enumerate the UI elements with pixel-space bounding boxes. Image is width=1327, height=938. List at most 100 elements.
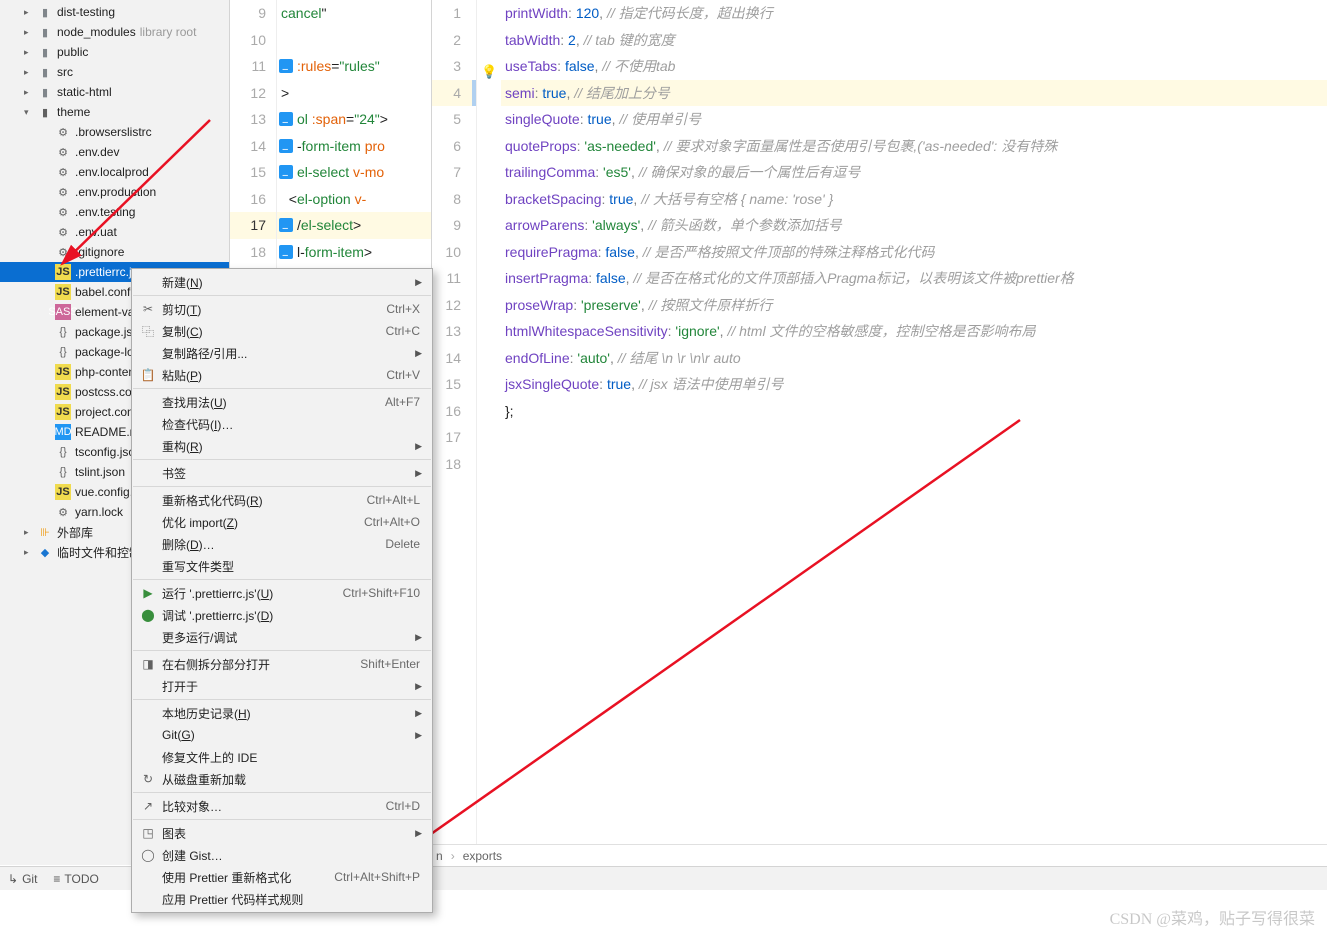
- menu-item[interactable]: 本地历史记录(H)▶: [132, 702, 432, 724]
- fold-marker-icon[interactable]: [279, 112, 293, 126]
- code-line[interactable]: -form-item pro: [277, 133, 431, 160]
- code-line[interactable]: tabWidth: 2, // tab 键的宽度: [501, 27, 1327, 54]
- chevron-right-icon: ▶: [415, 441, 422, 452]
- code-line[interactable]: [501, 424, 1327, 451]
- code-line[interactable]: printWidth: 120, // 指定代码长度，超出换行: [501, 0, 1327, 27]
- menu-item[interactable]: ◨在右侧拆分部分打开Shift+Enter: [132, 653, 432, 675]
- breadcrumb-item[interactable]: exports: [463, 849, 502, 863]
- menu-item[interactable]: ✂剪切(T)Ctrl+X: [132, 298, 432, 320]
- git-tool-button[interactable]: ↳ Git: [8, 872, 37, 886]
- gear-icon: ⚙: [55, 244, 71, 260]
- menu-item[interactable]: 应用 Prettier 代码样式规则: [132, 888, 432, 910]
- menu-item[interactable]: 重构(R)▶: [132, 435, 432, 457]
- code-line[interactable]: [277, 27, 431, 54]
- code-line[interactable]: proseWrap: 'preserve', // 按照文件原样折行: [501, 292, 1327, 319]
- code-line[interactable]: [501, 451, 1327, 478]
- code-line[interactable]: trailingComma: 'es5', // 确保对象的最后一个属性后有逗号: [501, 159, 1327, 186]
- tree-item-envlocalprod[interactable]: ⚙.env.localprod: [0, 162, 229, 182]
- menu-item[interactable]: ↗比较对象…Ctrl+D: [132, 795, 432, 817]
- menu-item-label: 复制路径/引用...: [162, 345, 247, 362]
- menu-item[interactable]: Git(G)▶: [132, 724, 432, 746]
- menu-item[interactable]: ↻从磁盘重新加载: [132, 768, 432, 790]
- menu-item[interactable]: 重新格式化代码(R) Ctrl+Alt+L: [132, 489, 432, 511]
- menu-separator: [133, 699, 431, 700]
- menu-item[interactable]: 修复文件上的 IDE: [132, 746, 432, 768]
- tree-item-envtesting[interactable]: ⚙.env.testing: [0, 202, 229, 222]
- todo-tool-button[interactable]: ≡ TODO: [53, 872, 98, 886]
- menu-item[interactable]: 📋粘贴(P)Ctrl+V: [132, 364, 432, 386]
- menu-shortcut: Ctrl+Alt+O: [364, 515, 420, 529]
- fold-marker-icon[interactable]: [279, 245, 293, 259]
- fold-marker-icon[interactable]: [279, 59, 293, 73]
- chevron-right-icon: ▶: [415, 277, 422, 288]
- tree-item-disttesting[interactable]: ▸▮dist-testing: [0, 2, 229, 22]
- intention-bulb-icon[interactable]: 💡: [481, 59, 495, 73]
- json-file-icon: {}: [55, 344, 71, 360]
- tree-item-nodemodules[interactable]: ▸▮node_moduleslibrary root: [0, 22, 229, 42]
- code-line[interactable]: quoteProps: 'as-needed', // 要求对象字面量属性是否使…: [501, 133, 1327, 160]
- breadcrumb-item[interactable]: n: [436, 849, 443, 863]
- menu-item[interactable]: 打开于▶: [132, 675, 432, 697]
- code-line[interactable]: 💡useTabs: false, // 不使用tab: [501, 53, 1327, 80]
- menu-item-icon: ↻: [140, 772, 156, 786]
- code-line[interactable]: htmlWhitespaceSensitivity: 'ignore', // …: [501, 318, 1327, 345]
- menu-item-label: 书签: [162, 465, 186, 482]
- menu-item-label: 删除(D)…: [162, 536, 215, 553]
- fold-marker-icon[interactable]: [279, 165, 293, 179]
- code-line[interactable]: :rules="rules": [277, 53, 431, 80]
- code-line[interactable]: requirePragma: false, // 是否严格按照文件顶部的特殊注释…: [501, 239, 1327, 266]
- tree-item-browserslistrc[interactable]: ⚙.browserslistrc: [0, 122, 229, 142]
- code-line[interactable]: singleQuote: true, // 使用单引号: [501, 106, 1327, 133]
- tree-item-label: static-html: [57, 85, 112, 99]
- menu-item[interactable]: 新建(N)▶: [132, 271, 432, 293]
- code-line[interactable]: bracketSpacing: true, // 大括号有空格 { name: …: [501, 186, 1327, 213]
- menu-item[interactable]: 检查代码(I)…: [132, 413, 432, 435]
- tree-item-gitignore[interactable]: ⚙.gitignore: [0, 242, 229, 262]
- right-editor[interactable]: printWidth: 120, // 指定代码长度，超出换行tabWidth:…: [477, 0, 1327, 865]
- menu-item[interactable]: ◳图表▶: [132, 822, 432, 844]
- code-line[interactable]: el-select v-mo: [277, 159, 431, 186]
- menu-item-icon: 📋: [140, 368, 156, 382]
- code-line[interactable]: arrowParens: 'always', // 箭头函数，单个参数添加括号: [501, 212, 1327, 239]
- code-line[interactable]: jsxSingleQuote: true, // jsx 语法中使用单引号: [501, 371, 1327, 398]
- menu-item[interactable]: ⿻复制(C)Ctrl+C: [132, 320, 432, 342]
- menu-item-label: 打开于: [162, 678, 198, 695]
- menu-item[interactable]: 复制路径/引用...▶: [132, 342, 432, 364]
- tree-item-src[interactable]: ▸▮src: [0, 62, 229, 82]
- menu-item[interactable]: 查找用法(U)Alt+F7: [132, 391, 432, 413]
- menu-item[interactable]: 删除(D)…Delete: [132, 533, 432, 555]
- code-line[interactable]: insertPragma: false, // 是否在格式化的文件顶部插入Pra…: [501, 265, 1327, 292]
- tree-item-label: dist-testing: [57, 5, 115, 19]
- menu-item[interactable]: ⬤调试 '.prettierrc.js'(D): [132, 604, 432, 626]
- tree-item-public[interactable]: ▸▮public: [0, 42, 229, 62]
- code-line[interactable]: };: [501, 398, 1327, 425]
- tree-item-statichtml[interactable]: ▸▮static-html: [0, 82, 229, 102]
- tree-item-envproduction[interactable]: ⚙.env.production: [0, 182, 229, 202]
- menu-item[interactable]: 优化 import(Z)Ctrl+Alt+O: [132, 511, 432, 533]
- code-line[interactable]: <el-option v-: [277, 186, 431, 213]
- code-line[interactable]: l-form-item>: [277, 239, 431, 266]
- tree-item-envuat[interactable]: ⚙.env.uat: [0, 222, 229, 242]
- menu-shortcut: Ctrl+Alt+L: [367, 493, 420, 507]
- menu-item[interactable]: ◯创建 Gist…: [132, 844, 432, 866]
- code-line[interactable]: /el-select>: [277, 212, 431, 239]
- menu-item[interactable]: 更多运行/调试▶: [132, 626, 432, 648]
- menu-item-label: 使用 Prettier 重新格式化: [162, 869, 291, 886]
- tree-item-envdev[interactable]: ⚙.env.dev: [0, 142, 229, 162]
- fold-marker-icon[interactable]: [279, 218, 293, 232]
- code-line[interactable]: endOfLine: 'auto', // 结尾 \n \r \n\r auto: [501, 345, 1327, 372]
- menu-item-label: 粘贴(P): [162, 367, 202, 384]
- js-file-icon: JS: [55, 484, 71, 500]
- menu-item[interactable]: 重写文件类型: [132, 555, 432, 577]
- menu-item[interactable]: ▶运行 '.prettierrc.js'(U)Ctrl+Shift+F10: [132, 582, 432, 604]
- code-line[interactable]: cancel": [277, 0, 431, 27]
- tree-item-theme[interactable]: ▾▮theme: [0, 102, 229, 122]
- tree-item-label: .browserslistrc: [75, 125, 152, 139]
- menu-item[interactable]: 书签▶: [132, 462, 432, 484]
- menu-item-label: 重新格式化代码(R): [162, 492, 263, 509]
- code-line[interactable]: >: [277, 80, 431, 107]
- menu-item[interactable]: 使用 Prettier 重新格式化Ctrl+Alt+Shift+P: [132, 866, 432, 888]
- fold-marker-icon[interactable]: [279, 139, 293, 153]
- code-line[interactable]: semi: true, // 结尾加上分号: [501, 80, 1327, 107]
- code-line[interactable]: ol :span="24">: [277, 106, 431, 133]
